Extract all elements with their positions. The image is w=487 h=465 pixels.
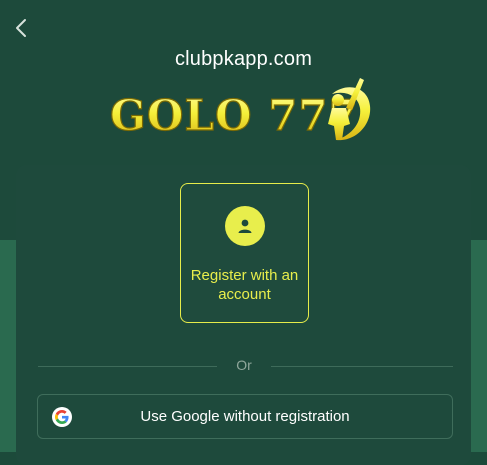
- logo-wordmark: GOLO 777: [110, 91, 359, 140]
- divider-line-right: [271, 366, 453, 367]
- register-button[interactable]: Register with an account: [180, 183, 309, 323]
- register-label: Register with an account: [190, 267, 299, 303]
- divider-line-left: [38, 366, 217, 367]
- divider-or: Or: [236, 357, 252, 373]
- golo-777-logo: GOLO 777: [109, 78, 371, 141]
- google-login-button[interactable]: Use Google without registration: [37, 394, 453, 439]
- google-login-label: Use Google without registration: [140, 408, 350, 425]
- back-button[interactable]: [8, 14, 34, 42]
- chevron-left-icon: [16, 19, 26, 37]
- user-icon: [225, 206, 265, 246]
